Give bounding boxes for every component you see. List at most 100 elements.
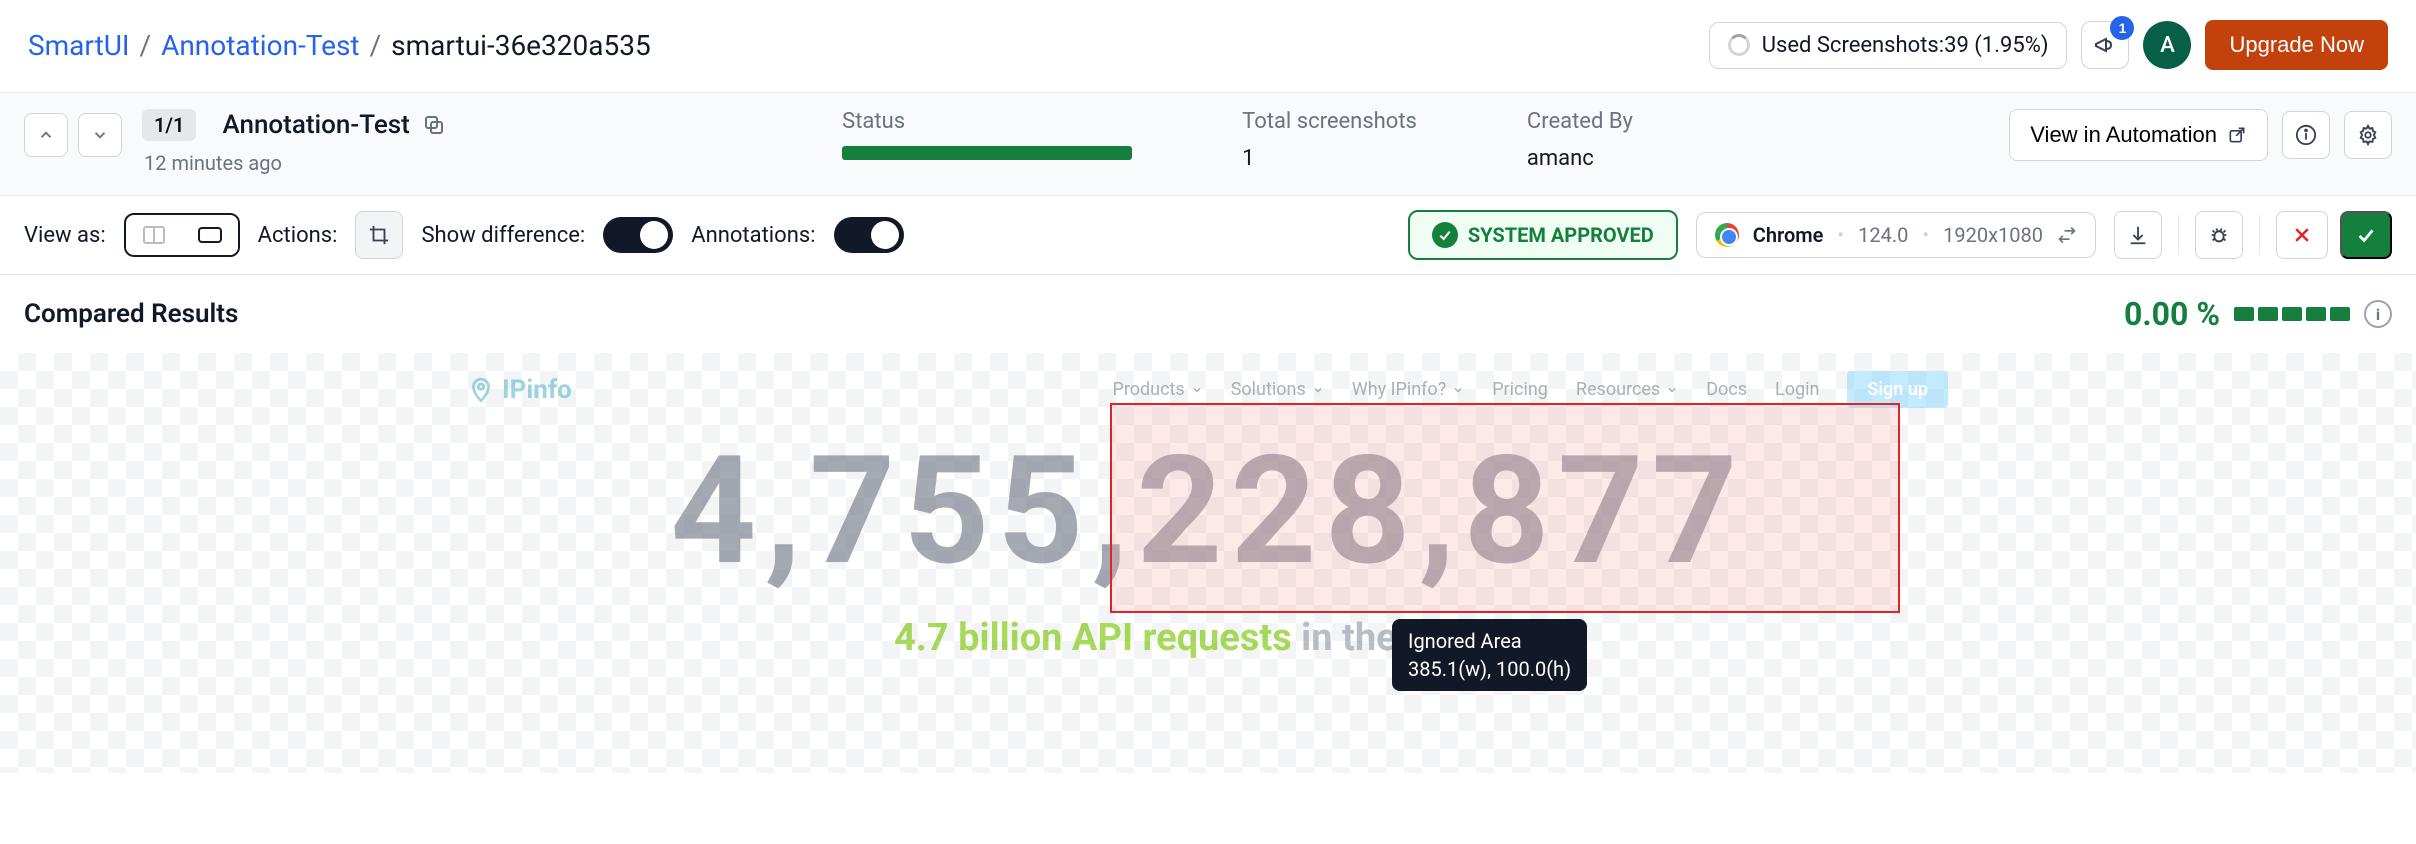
createdby-label: Created By — [1527, 109, 1633, 134]
browser-resolution: 1920x1080 — [1943, 223, 2043, 247]
site-subline: 4.7 billion API requests in the last 24 — [468, 616, 1948, 660]
chrome-icon — [1715, 223, 1739, 247]
bug-button[interactable] — [2195, 211, 2243, 259]
avatar[interactable]: A — [2143, 21, 2191, 69]
usage-pill[interactable]: Used Screenshots:39 (1.95%) — [1709, 22, 2068, 69]
gear-icon — [2357, 124, 2379, 146]
build-timeago: 12 minutes ago — [144, 151, 446, 175]
copy-icon[interactable] — [422, 113, 446, 137]
menu-products: Products — [1112, 379, 1202, 400]
browser-selector[interactable]: Chrome • 124.0 • 1920x1080 — [1696, 212, 2096, 258]
build-info-button[interactable] — [2282, 111, 2330, 159]
screenshots-label: Total screenshots — [1242, 109, 1417, 134]
topbar-right: Used Screenshots:39 (1.95%) 1 A Upgrade … — [1709, 20, 2388, 70]
reject-button[interactable] — [2276, 211, 2328, 259]
next-build-button[interactable] — [78, 113, 122, 157]
results-summary: 0.00 % i — [2124, 295, 2392, 333]
breadcrumb-current: smartui-36e320a535 — [391, 29, 651, 62]
results-title: Compared Results — [24, 299, 238, 329]
status-bar — [842, 146, 1132, 160]
notification-badge: 1 — [2110, 16, 2134, 40]
chevron-down-icon — [1312, 384, 1324, 396]
build-info-row: 1/1 Annotation-Test 12 minutes ago Statu… — [0, 92, 2416, 196]
status-col: Status — [842, 109, 1132, 171]
chevron-down-icon — [1666, 384, 1678, 396]
actions-label: Actions: — [258, 223, 338, 248]
view-in-automation-button[interactable]: View in Automation — [2009, 109, 2268, 161]
diff-percentage: 0.00 % — [2124, 295, 2220, 333]
breadcrumb-project[interactable]: Annotation-Test — [161, 29, 360, 62]
view-in-automation-label: View in Automation — [2030, 122, 2217, 148]
browser-version: 124.0 — [1858, 223, 1908, 247]
build-actions: View in Automation — [2009, 109, 2392, 161]
toolbar-right — [2114, 211, 2392, 259]
location-pin-icon — [468, 377, 494, 403]
x-icon — [2292, 225, 2312, 245]
results-info-button[interactable]: i — [2364, 300, 2392, 328]
single-view-icon — [197, 226, 223, 244]
approval-label: SYSTEM APPROVED — [1468, 223, 1654, 247]
site-logo: IPinfo — [468, 375, 572, 405]
chevron-down-icon — [91, 126, 109, 144]
view-single-option[interactable] — [182, 215, 238, 255]
annotations-toggle[interactable] — [834, 217, 904, 253]
approval-status: SYSTEM APPROVED — [1408, 210, 1678, 260]
usage-label: Used Screenshots:39 (1.95%) — [1762, 33, 2049, 58]
external-link-icon — [2227, 125, 2247, 145]
site-logo-text: IPinfo — [502, 375, 572, 405]
check-icon — [1432, 222, 1458, 248]
announcements-button[interactable]: 1 — [2081, 21, 2129, 69]
annotations-label: Annotations: — [691, 223, 815, 248]
build-nav-arrows — [24, 113, 122, 157]
spinner-icon — [1728, 34, 1750, 56]
chevron-down-icon — [1191, 384, 1203, 396]
createdby-value: amanc — [1527, 146, 1633, 171]
screenshots-value: 1 — [1242, 146, 1417, 171]
menu-login: Login — [1775, 379, 1819, 400]
breadcrumb-sep: / — [370, 29, 382, 62]
ignored-area-tooltip: Ignored Area 385.1(w), 100.0(h) — [1392, 619, 1587, 691]
build-settings-button[interactable] — [2344, 111, 2392, 159]
toolbar: View as: Actions: Show difference: Annot… — [0, 196, 2416, 275]
breadcrumb: SmartUI / Annotation-Test / smartui-36e3… — [28, 29, 651, 62]
menu-solutions: Solutions — [1231, 379, 1324, 400]
crop-icon — [368, 224, 390, 246]
download-icon — [2127, 224, 2149, 246]
status-label: Status — [842, 109, 1132, 134]
menu-why: Why IPinfo? — [1352, 379, 1464, 400]
chevron-up-icon — [37, 126, 55, 144]
breadcrumb-sep: / — [140, 29, 152, 62]
crop-button[interactable] — [355, 211, 403, 259]
info-icon — [2295, 124, 2317, 146]
view-as-label: View as: — [24, 223, 106, 248]
prev-build-button[interactable] — [24, 113, 68, 157]
bug-icon — [2208, 224, 2230, 246]
split-view-icon — [142, 225, 166, 245]
tooltip-dimensions: 385.1(w), 100.0(h) — [1408, 657, 1571, 681]
show-diff-label: Show difference: — [421, 223, 585, 248]
swap-icon — [2057, 225, 2077, 245]
check-icon — [2355, 224, 2377, 246]
top-bar: SmartUI / Annotation-Test / smartui-36e3… — [0, 0, 2416, 92]
breadcrumb-root[interactable]: SmartUI — [28, 29, 130, 62]
browser-name: Chrome — [1753, 223, 1824, 247]
show-diff-toggle[interactable] — [603, 217, 673, 253]
chevron-down-icon — [1452, 384, 1464, 396]
screenshots-col: Total screenshots 1 — [1242, 109, 1417, 171]
upgrade-button[interactable]: Upgrade Now — [2205, 20, 2388, 70]
ignored-area-box[interactable] — [1110, 403, 1900, 613]
createdby-col: Created By amanc — [1527, 109, 1633, 171]
menu-pricing: Pricing — [1492, 379, 1548, 400]
diff-segments — [2234, 307, 2350, 321]
menu-docs: Docs — [1706, 379, 1747, 400]
comparison-canvas[interactable]: IPinfo Products Solutions Why IPinfo? Pr… — [0, 353, 2416, 773]
build-title-block: 1/1 Annotation-Test 12 minutes ago — [142, 109, 446, 175]
build-title: Annotation-Test — [222, 110, 409, 140]
download-button[interactable] — [2114, 211, 2162, 259]
accept-button[interactable] — [2340, 211, 2392, 259]
build-counter: 1/1 — [142, 109, 196, 141]
view-split-option[interactable] — [126, 215, 182, 255]
tooltip-title: Ignored Area — [1408, 629, 1571, 653]
menu-resources: Resources — [1576, 379, 1678, 400]
view-mode-toggle[interactable] — [124, 213, 240, 257]
